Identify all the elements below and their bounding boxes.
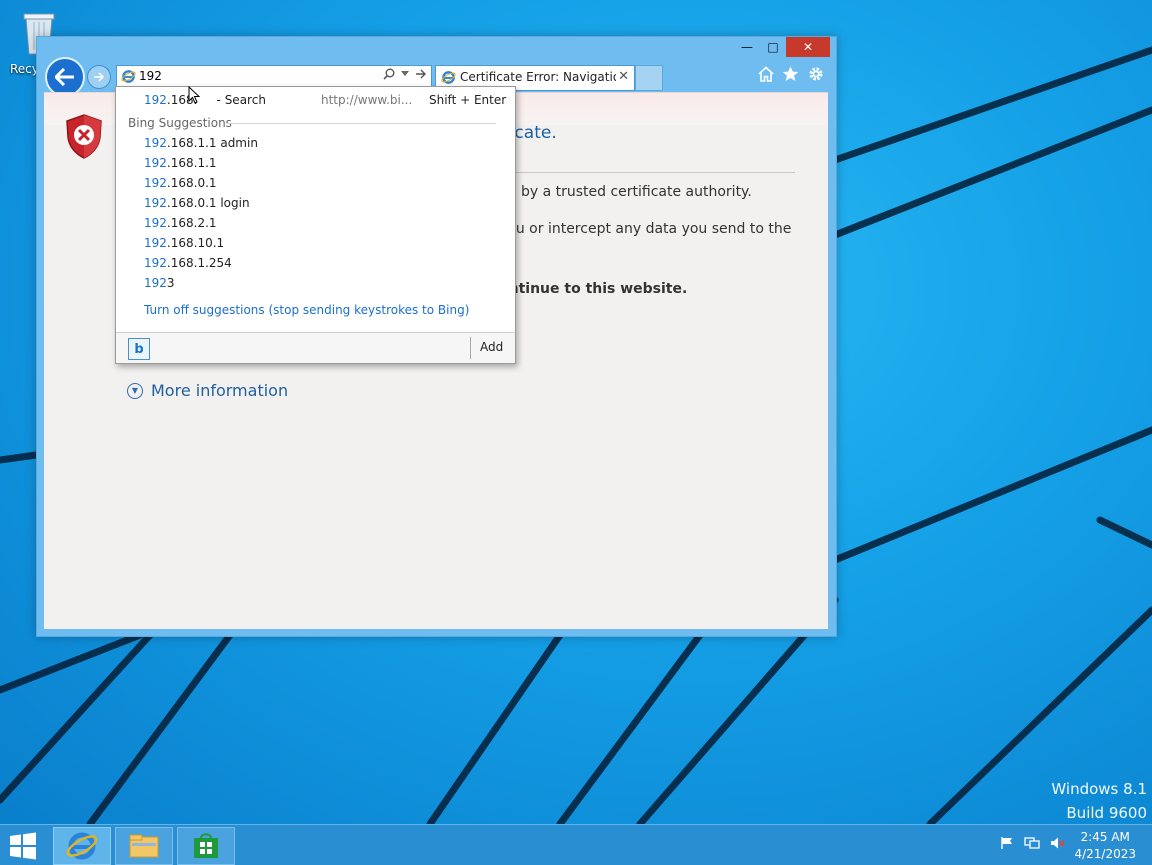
tab-close-button[interactable]: ✕: [618, 69, 629, 84]
new-tab-button[interactable]: [635, 65, 663, 91]
search-suggestion-row[interactable]: 192.168. 1.1 - Search: [144, 90, 266, 110]
error-paragraph-1: ed by a trusted certificate authority.: [499, 184, 752, 200]
bing-suggestions-header: Bing Suggestions: [128, 116, 232, 130]
windows-build-watermark: Build 9600: [1066, 804, 1147, 822]
taskbar-clock[interactable]: 2:45 AM 4/21/2023: [1074, 829, 1136, 863]
store-icon: [194, 833, 218, 858]
forward-button[interactable]: [87, 65, 111, 89]
favorites-star-icon: [782, 66, 799, 81]
taskbar: 2:45 AM 4/21/2023: [0, 824, 1152, 865]
section-divider: [226, 123, 496, 124]
dropdown-icon[interactable]: [401, 71, 409, 77]
list-item[interactable]: 192.168.1.1: [144, 153, 217, 173]
home-icon: [757, 65, 774, 82]
file-explorer-icon: [129, 834, 159, 858]
ie-icon: [121, 70, 136, 83]
continue-link[interactable]: ontinue to this website.: [499, 281, 687, 297]
list-item[interactable]: 192.168.2.1: [144, 213, 217, 233]
suggestion-match: 192: [144, 156, 167, 170]
toolbar-right-icons: [757, 65, 824, 82]
mouse-cursor-icon: [188, 86, 200, 104]
ie-icon: [66, 832, 98, 860]
suggestion-match: 192: [144, 93, 167, 107]
add-provider-button[interactable]: Add: [480, 340, 503, 354]
forward-arrow-icon: [94, 72, 105, 82]
list-item[interactable]: 192 3: [144, 273, 175, 293]
suggestion-match: 192: [144, 216, 167, 230]
taskbar-ie[interactable]: [53, 827, 111, 865]
more-information-label: More information: [151, 381, 289, 400]
more-information-link[interactable]: ▼ More information: [127, 381, 288, 400]
suggestion-match: 192: [144, 176, 167, 190]
system-tray: [1000, 836, 1066, 850]
tab-title: Certificate Error: Navigation...: [460, 70, 616, 84]
list-item[interactable]: 192.168.0.1 login: [144, 193, 250, 213]
search-icon[interactable]: [383, 68, 395, 80]
clock-date: 4/21/2023: [1074, 847, 1136, 861]
bing-icon[interactable]: b: [128, 338, 150, 360]
address-input[interactable]: [139, 68, 349, 84]
speaker-muted-icon[interactable]: [1050, 836, 1066, 850]
suggestion-rest: .168.1.254: [166, 256, 232, 270]
suggestion-rest: .168.1.1 admin: [166, 136, 258, 150]
suggestion-match: 192: [144, 276, 167, 290]
suggestion-rest: .168.0.1: [166, 176, 217, 190]
suggestion-match: 192: [144, 256, 167, 270]
start-button[interactable]: [8, 832, 38, 863]
suggestion-suffix: - Search: [216, 93, 266, 107]
back-arrow-icon: [55, 68, 74, 86]
suggestion-rest: .168.0.1 login: [166, 196, 250, 210]
taskbar-store[interactable]: [177, 827, 235, 865]
clock-time: 2:45 AM: [1080, 830, 1130, 844]
settings-gear-icon: [809, 67, 822, 80]
title-divider: [499, 172, 795, 173]
ie-icon: [441, 71, 456, 84]
windows-version-watermark: Windows 8.1: [1051, 780, 1147, 798]
suggestion-hidden: 1.1: [197, 93, 217, 107]
minimize-button[interactable]: —: [734, 37, 760, 57]
error-paragraph-2: you or intercept any data you send to th…: [499, 221, 792, 237]
desktop: Recycle Bin Windows 8.1 Build 9600 — □ ✕: [0, 0, 1152, 824]
suggestion-match: 192: [144, 236, 167, 250]
taskbar-file-explorer[interactable]: [115, 827, 173, 865]
suggestion-rest: .168.2.1: [166, 216, 217, 230]
turn-off-suggestions-link[interactable]: Turn off suggestions (stop sending keyst…: [144, 300, 469, 320]
suggestion-rest: 3: [166, 276, 175, 290]
network-icon[interactable]: [1024, 836, 1040, 850]
flag-icon[interactable]: [1000, 836, 1014, 850]
list-item[interactable]: 192.168.1.254: [144, 253, 232, 273]
maximize-button[interactable]: □: [760, 37, 786, 57]
windows-start-icon: [10, 832, 36, 860]
home-button[interactable]: [757, 65, 774, 82]
window-caption-buttons: — □ ✕: [734, 37, 830, 59]
go-arrow-icon[interactable]: [415, 69, 427, 79]
suggestion-match: 192: [144, 196, 167, 210]
favorites-button[interactable]: [782, 65, 799, 82]
footer-divider: [470, 337, 471, 359]
suggestion-rest: .168.10.1: [166, 236, 225, 250]
tools-button[interactable]: [807, 65, 824, 82]
error-shield-icon: [66, 114, 102, 159]
address-tools: [383, 68, 427, 80]
list-item[interactable]: 192.168.10.1: [144, 233, 224, 253]
close-window-button[interactable]: ✕: [786, 37, 830, 57]
back-button[interactable]: [45, 57, 85, 97]
list-item[interactable]: 192.168.0.1: [144, 173, 217, 193]
suggestion-shortcut: Shift + Enter: [429, 93, 507, 107]
dropdown-footer: b Add: [116, 332, 515, 363]
list-item[interactable]: 192.168.1.1 admin: [144, 133, 258, 153]
suggestion-rest: .168.1.1: [166, 156, 217, 170]
suggestion-match: 192: [144, 136, 167, 150]
suggestion-url: http://www.bi...: [321, 93, 413, 107]
address-suggestions-dropdown: 192.168. 1.1 - Search http://www.bi... Sh…: [115, 86, 516, 364]
chevron-down-icon: ▼: [127, 382, 143, 399]
